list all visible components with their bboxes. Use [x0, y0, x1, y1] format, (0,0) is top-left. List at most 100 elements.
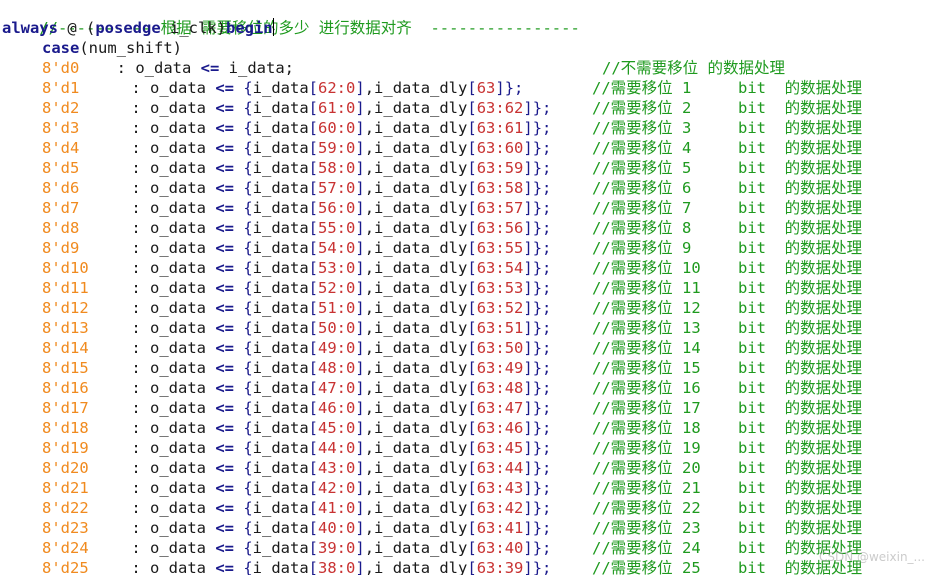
concat-comma: , [364, 99, 375, 117]
case-assign-target: : o_data [122, 319, 216, 337]
bracket-close: ] [355, 439, 365, 457]
bracket-close: ] [523, 539, 533, 557]
concat-close: }; [532, 459, 552, 477]
case-label: 8'd25 [42, 559, 89, 575]
case-comment: //需要移位 13 bit 的数据处理 [592, 319, 863, 337]
signal-i-data: i_data [252, 239, 309, 257]
bit-range-data: 49:0 [318, 339, 356, 357]
bracket-close: ] [355, 419, 365, 437]
signal-i-data-dly: i_data_dly [374, 279, 468, 297]
bracket-open: [ [308, 519, 319, 537]
signal-i-data-dly: i_data_dly [374, 539, 468, 557]
bracket-open: [ [467, 79, 477, 97]
signal-i-data-dly: i_data_dly [374, 179, 468, 197]
bracket-open: [ [467, 379, 477, 397]
concat-close: }; [532, 179, 552, 197]
bracket-close: ] [523, 179, 533, 197]
concat-comma: , [364, 379, 375, 397]
bracket-open: [ [308, 339, 319, 357]
signal-i-data: i_data [252, 459, 309, 477]
nonblocking-operator: <= [215, 359, 234, 377]
bracket-close: ] [355, 179, 365, 197]
concat-open: { [234, 359, 253, 377]
signal-i-data-dly: i_data_dly [374, 299, 468, 317]
nonblocking-operator: <= [215, 439, 234, 457]
bracket-close: ] [355, 359, 365, 377]
signal-i-data-dly: i_data_dly [374, 219, 468, 237]
signal-i-data: i_data [252, 279, 309, 297]
bit-range-data: 61:0 [318, 99, 356, 117]
bracket-close: ] [523, 499, 533, 517]
code-line-case-16: 8'd16 : o_data <= {i_data[47:0],i_data_d… [42, 378, 862, 398]
case-label: 8'd12 [42, 299, 89, 317]
case-assign-target: : o_data [122, 299, 216, 317]
nonblocking-operator: <= [215, 339, 234, 357]
bracket-close: ] [355, 279, 365, 297]
case-comment: //需要移位 15 bit 的数据处理 [592, 359, 863, 377]
bit-range-data: 60:0 [318, 119, 356, 137]
concat-close: }; [532, 339, 552, 357]
bracket-open: [ [308, 259, 319, 277]
concat-comma: , [364, 259, 375, 277]
concat-close: }; [532, 359, 552, 377]
code-line-case: case(num_shift) [42, 38, 182, 58]
concat-comma: , [364, 439, 375, 457]
concat-open: { [234, 559, 253, 575]
bracket-close: ] [523, 239, 533, 257]
bracket-close: ] [355, 219, 365, 237]
bracket-open: [ [467, 459, 477, 477]
bracket-close: ] [523, 359, 533, 377]
case-assign-target: : o_data [122, 279, 216, 297]
bracket-close: ] [495, 79, 505, 97]
bracket-close: ] [355, 79, 365, 97]
bit-range-dly: 63:56 [476, 219, 524, 237]
concat-comma: , [364, 359, 375, 377]
concat-open: { [234, 219, 253, 237]
signal-i-data: i_data [252, 539, 309, 557]
nonblocking-operator: <= [215, 499, 234, 517]
bracket-open: [ [467, 539, 477, 557]
concat-open: { [234, 479, 253, 497]
case-assign-target: : o_data [122, 419, 216, 437]
bracket-close: ] [355, 459, 365, 477]
always-at: @ ( [58, 19, 96, 37]
concat-close: }; [504, 79, 524, 97]
concat-comma: , [364, 79, 375, 97]
nonblocking-operator: <= [215, 179, 234, 197]
case-assign-target: : o_data [122, 79, 216, 97]
bracket-close: ] [355, 559, 365, 575]
code-editor[interactable]: //---------- 根据 需要移位的多少 进行数据对齐 ---------… [0, 0, 933, 575]
bit-range-data: 41:0 [318, 499, 356, 517]
nonblocking-operator: <= [215, 79, 234, 97]
bracket-open: [ [308, 179, 319, 197]
bracket-open: [ [467, 119, 477, 137]
bracket-close: ] [355, 379, 365, 397]
bracket-close: ] [523, 479, 533, 497]
nonblocking-operator: <= [215, 139, 234, 157]
bit-range-dly: 63:52 [476, 299, 524, 317]
bit-range-data: 52:0 [318, 279, 356, 297]
signal-i-data-dly: i_data_dly [374, 139, 468, 157]
concat-close: }; [532, 379, 552, 397]
bracket-open: [ [308, 199, 319, 217]
bracket-close: ] [523, 319, 533, 337]
code-line-case-21: 8'd21 : o_data <= {i_data[42:0],i_data_d… [42, 478, 862, 498]
bracket-close: ] [355, 319, 365, 337]
concat-close: }; [532, 159, 552, 177]
concat-comma: , [364, 419, 375, 437]
concat-close: }; [532, 439, 552, 457]
concat-open: { [234, 99, 253, 117]
bracket-open: [ [308, 219, 319, 237]
concat-open: { [234, 499, 253, 517]
bit-range-dly: 63:54 [476, 259, 524, 277]
concat-comma: , [364, 119, 375, 137]
concat-open: { [234, 539, 253, 557]
case-label: 8'd5 [42, 159, 80, 177]
concat-comma: , [364, 459, 375, 477]
code-line-case-24: 8'd24 : o_data <= {i_data[39:0],i_data_d… [42, 538, 862, 558]
bracket-open: [ [467, 399, 477, 417]
code-line-case-17: 8'd17 : o_data <= {i_data[46:0],i_data_d… [42, 398, 862, 418]
case-rhs: i_data; [219, 59, 294, 77]
case-expression: (num_shift) [79, 39, 182, 57]
case-label: 8'd6 [42, 179, 80, 197]
